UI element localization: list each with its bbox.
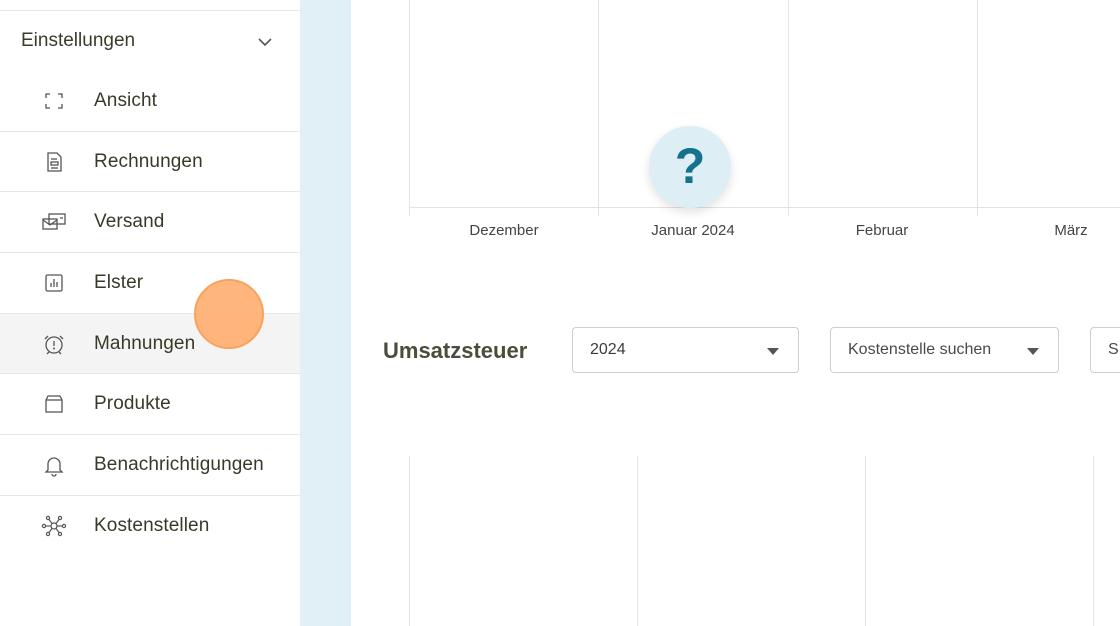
sidebar-item-label: Kostenstellen [94,515,210,537]
caret-down-icon [1027,348,1039,355]
sidebar-item-versand[interactable]: Versand [0,192,300,254]
layout-divider-strip [300,0,351,626]
network-icon [41,514,67,538]
chart-gridline [598,0,599,216]
sidebar-item-produkte[interactable]: Produkte [0,374,300,436]
chart-gridline [637,456,638,626]
chart-icon [41,271,67,295]
chart-gridline [977,0,978,216]
sidebar-item-label: Produkte [94,393,171,415]
sidebar-item-rechnungen[interactable]: Rechnungen [0,132,300,193]
sidebar-item-kostenstellen[interactable]: Kostenstellen [0,496,300,557]
search-select[interactable]: S [1090,327,1120,373]
invoice-icon [41,150,67,174]
sidebar-item-label: Ansicht [94,89,158,111]
question-mark-icon: ? [674,138,706,194]
sidebar-item-benachrichtigungen[interactable]: Benachrichtigungen [0,435,300,496]
settings-section-toggle[interactable]: Einstellungen [0,11,300,71]
year-select[interactable]: 2024 [572,327,799,373]
section-label: Einstellungen [21,30,136,51]
main-content: Dezember Januar 2024 Februar März ? Umsa… [351,0,1120,626]
chevron-down-icon [258,38,272,47]
x-tick-label: Dezember [469,222,539,239]
sidebar-item-label: Mahnungen [94,332,196,354]
cost-center-search-select[interactable]: Kostenstelle suchen [830,327,1059,373]
sidebar-item-label: Versand [94,211,165,233]
fullscreen-icon [41,89,67,113]
chart-gridline [409,456,410,626]
alarm-clock-icon [41,332,67,356]
x-tick-label: Januar 2024 [651,222,735,239]
search-select-text: S [1108,341,1119,358]
chart-gridline [409,0,410,216]
chart-gridline [788,0,789,216]
bell-icon [41,453,67,477]
x-tick-label: Februar [855,222,909,239]
section-title: Umsatzsteuer [383,338,528,363]
year-select-value: 2024 [590,341,626,358]
sidebar-item-label: Rechnungen [94,150,203,172]
click-indicator [194,279,264,349]
chart-gridline [865,456,866,626]
sidebar-item-label: Elster [94,271,144,293]
x-tick-label: März [1054,222,1088,239]
caret-down-icon [767,348,779,355]
sidebar-item-ansicht[interactable]: Ansicht [0,71,300,132]
cost-center-placeholder: Kostenstelle suchen [848,341,992,358]
chart-gridline [1093,456,1094,626]
chart-x-axis [409,207,1120,208]
mail-icon [41,210,67,234]
sidebar-item-label: Benachrichtigungen [94,453,264,475]
box-icon [41,392,67,416]
help-button[interactable]: ? [649,126,731,208]
